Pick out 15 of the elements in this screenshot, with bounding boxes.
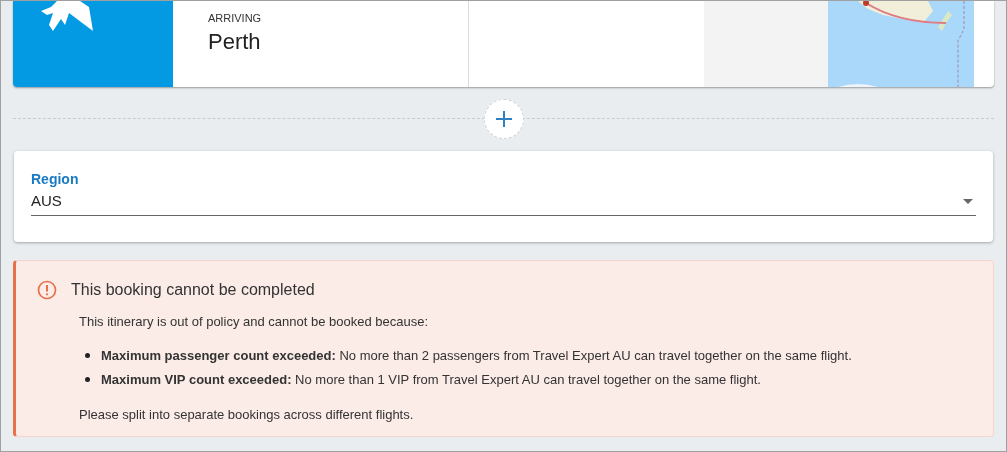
- reason-text: Maximum VIP count exceeded: No more than 1 VIP from Travel Expert AU can travel together on the same flight.: [101, 371, 761, 389]
- plus-icon: [494, 110, 513, 128]
- dropdown-caret-icon: [963, 199, 973, 204]
- bullet-icon: [85, 377, 90, 383]
- add-button[interactable]: [483, 99, 524, 139]
- arriving-label: ARRIVING: [208, 11, 263, 25]
- reason-text: Maximum passenger count exceeded: No more than 2 passengers from Travel Expert AU can travel together on the same flight.: [101, 346, 852, 365]
- city-name: Perth: [208, 28, 262, 56]
- region-select[interactable]: AUS: [31, 188, 976, 216]
- region-label: Region: [31, 170, 80, 188]
- alert-intro: This itinerary is out of policy and cannot be booked because:: [79, 313, 430, 331]
- alert-title: This booking cannot be completed: [71, 280, 315, 300]
- bullet-icon: [85, 352, 90, 358]
- warning-icon: [37, 280, 57, 300]
- alert-footer: Please split into separate bookings across different flights.: [79, 404, 993, 424]
